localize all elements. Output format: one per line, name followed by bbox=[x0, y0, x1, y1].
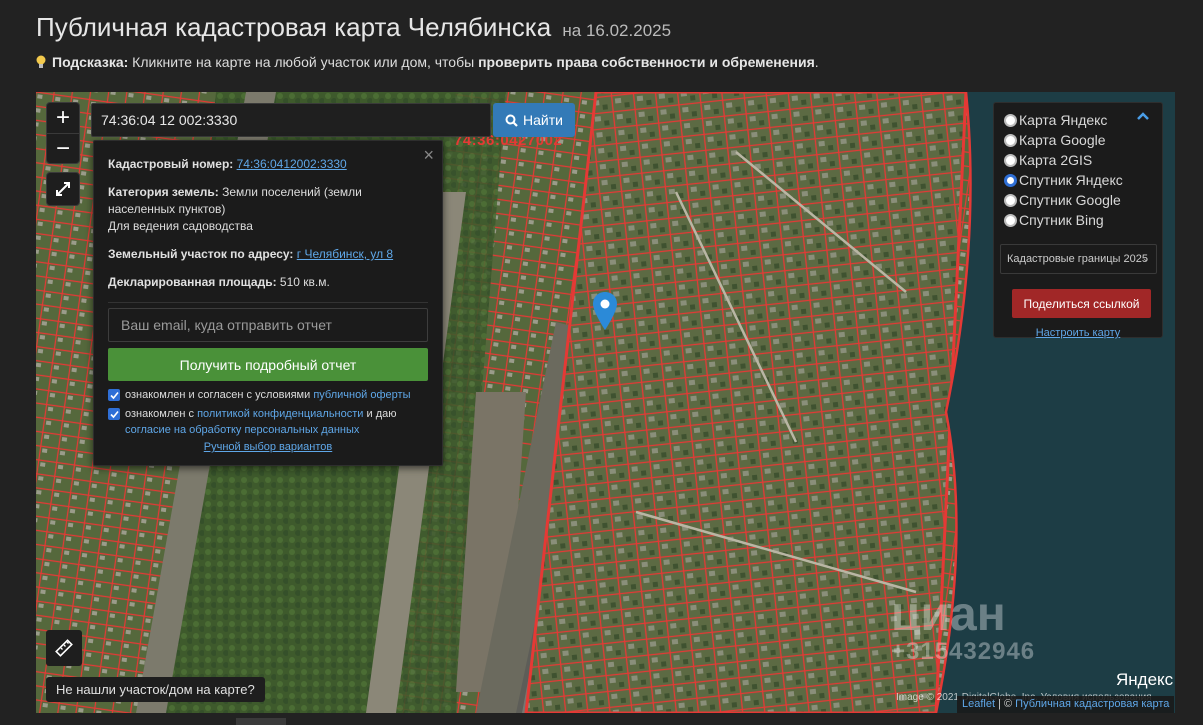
radio-icon[interactable] bbox=[1004, 133, 1017, 147]
popup-divider bbox=[108, 302, 428, 303]
layer-option-label: Карта 2GIS bbox=[1019, 152, 1093, 168]
map-settings-link[interactable]: Настроить карту bbox=[994, 327, 1162, 339]
page-date: на 16.02.2025 bbox=[562, 21, 672, 40]
hint-label: Подсказка: bbox=[52, 54, 129, 70]
area-row: Декларированная площадь: 510 кв.м. bbox=[108, 274, 428, 291]
layer-option-label: Карта Яндекс bbox=[1019, 112, 1108, 128]
ruler-icon bbox=[55, 639, 73, 657]
cadastral-layer-select-value: Кадастровые границы 2025 bbox=[1007, 253, 1148, 265]
close-icon[interactable]: × bbox=[423, 145, 434, 166]
cadastral-number-link[interactable]: 74:36:0412002:3330 bbox=[237, 157, 347, 171]
checkbox-checked-icon[interactable] bbox=[108, 408, 120, 420]
yandex-logo: Яндекс bbox=[1116, 670, 1174, 689]
offer-agreement-prefix: ознакомлен и согласен с условиями bbox=[125, 389, 314, 401]
map-attribution: Leaflet | © Публичная кадастровая карта bbox=[957, 696, 1175, 713]
not-found-button[interactable]: Не нашли участок/дом на карте? bbox=[46, 677, 265, 702]
address-link[interactable]: г Челябинск, ул 8 bbox=[297, 247, 393, 261]
ruler-button[interactable] bbox=[46, 630, 82, 666]
cadastral-number-label: Кадастровый номер: bbox=[108, 157, 234, 171]
area-label: Декларированная площадь: bbox=[108, 275, 277, 289]
hint-line: Подсказка: Кликните на карте на любой уч… bbox=[36, 54, 819, 70]
get-report-button[interactable]: Получить подробный отчет bbox=[108, 348, 428, 381]
leaflet-link[interactable]: Leaflet bbox=[962, 698, 995, 710]
lightbulb-icon bbox=[36, 55, 46, 68]
offer-agreement-text: ознакомлен и согласен с условиями публич… bbox=[125, 387, 411, 403]
offer-agreement-checkbox[interactable]: ознакомлен и согласен с условиями публич… bbox=[108, 387, 428, 403]
search-icon bbox=[505, 114, 518, 127]
page-title: Публичная кадастровая карта Челябинска н… bbox=[36, 12, 671, 43]
layer-option-label: Спутник Яндекс bbox=[1019, 172, 1123, 188]
layer-option-label: Карта Google bbox=[1019, 132, 1106, 148]
chevron-down-icon: ⌄ bbox=[1141, 253, 1150, 264]
attribution-separator: | © bbox=[995, 698, 1016, 710]
privacy-policy-link[interactable]: политикой конфиденциальности bbox=[197, 408, 363, 420]
map-marker-icon[interactable] bbox=[593, 292, 617, 330]
zoom-control: + − bbox=[46, 102, 80, 164]
hint-text: Кликните на карте на любой участок или д… bbox=[128, 54, 479, 70]
hint-bold: проверить права собственности и обремене… bbox=[478, 54, 815, 70]
layer-option-label: Спутник Google bbox=[1019, 192, 1121, 208]
map-canvas[interactable]: 74:36:0427002 + − 74:36:04 12 002:3330 Н… bbox=[36, 92, 1175, 713]
scroll-indicator bbox=[236, 718, 286, 725]
zoom-out-button[interactable]: − bbox=[47, 133, 79, 163]
layer-option-label: Спутник Bing bbox=[1019, 212, 1104, 228]
search-button[interactable]: Найти bbox=[493, 103, 575, 137]
chevron-up-icon[interactable] bbox=[1136, 111, 1150, 121]
personal-data-consent-link[interactable]: согласие на обработку персональных данны… bbox=[125, 424, 359, 436]
radio-icon[interactable] bbox=[1004, 213, 1017, 227]
privacy-consent-prefix: ознакомлен с bbox=[125, 408, 198, 420]
privacy-consent-mid: и даю bbox=[363, 408, 397, 420]
radio-selected-icon[interactable] bbox=[1004, 173, 1017, 187]
app-root: Публичная кадастровая карта Челябинска н… bbox=[0, 0, 1203, 725]
manual-selection-link[interactable]: Ручной выбор вариантов bbox=[94, 441, 442, 453]
privacy-consent-text: ознакомлен с политикой конфиденциальност… bbox=[125, 406, 428, 438]
radio-icon[interactable] bbox=[1004, 193, 1017, 207]
parcel-info-popup: × Кадастровый номер: 74:36:0412002:3330 … bbox=[93, 140, 443, 466]
privacy-consent-checkbox[interactable]: ознакомлен с политикой конфиденциальност… bbox=[108, 406, 428, 438]
fullscreen-button[interactable] bbox=[46, 172, 80, 206]
expand-icon bbox=[56, 182, 70, 196]
cadastral-search-input[interactable]: 74:36:04 12 002:3330 bbox=[91, 103, 491, 137]
layer-option[interactable]: Карта 2GIS bbox=[1004, 150, 1162, 170]
email-field[interactable]: Ваш email, куда отправить отчет bbox=[108, 308, 428, 342]
page-title-text: Публичная кадастровая карта Челябинска bbox=[36, 12, 552, 42]
land-category-label: Категория земель: bbox=[108, 185, 219, 199]
land-use-value: Для ведения садоводства bbox=[108, 219, 253, 233]
address-label: Земельный участок по адресу: bbox=[108, 247, 294, 261]
share-link-button[interactable]: Поделиться ссылкой bbox=[1012, 289, 1151, 318]
land-category-row: Категория земель: Земли поселений (земли… bbox=[108, 184, 428, 235]
cadastral-number-row: Кадастровый номер: 74:36:0412002:3330 bbox=[108, 156, 428, 173]
watermark-phone: +315432946 bbox=[891, 638, 1036, 665]
cian-watermark: циан bbox=[891, 588, 1006, 641]
radio-icon[interactable] bbox=[1004, 153, 1017, 167]
area-value: 510 кв.м. bbox=[279, 275, 330, 289]
radio-icon[interactable] bbox=[1004, 113, 1017, 127]
hint-end: . bbox=[814, 54, 819, 70]
public-offer-link[interactable]: публичной оферты bbox=[313, 389, 410, 401]
cadastral-layer-select[interactable]: Кадастровые границы 2025 ⌄ bbox=[1000, 244, 1157, 274]
layer-options-list: Карта Яндекс Карта Google Карта 2GIS Спутни… bbox=[1004, 110, 1162, 230]
checkbox-checked-icon[interactable] bbox=[108, 389, 120, 401]
search-button-label: Найти bbox=[523, 112, 563, 128]
layer-option[interactable]: Спутник Bing bbox=[1004, 210, 1162, 230]
site-link[interactable]: Публичная кадастровая карта bbox=[1015, 698, 1169, 710]
address-row: Земельный участок по адресу: г Челябинск… bbox=[108, 246, 428, 263]
layer-option[interactable]: Спутник Яндекс bbox=[1004, 170, 1162, 190]
layer-option[interactable]: Карта Google bbox=[1004, 130, 1162, 150]
layer-option[interactable]: Спутник Google bbox=[1004, 190, 1162, 210]
layer-switcher-panel: Карта Яндекс Карта Google Карта 2GIS Спутни… bbox=[993, 102, 1163, 339]
zoom-in-button[interactable]: + bbox=[47, 103, 79, 133]
